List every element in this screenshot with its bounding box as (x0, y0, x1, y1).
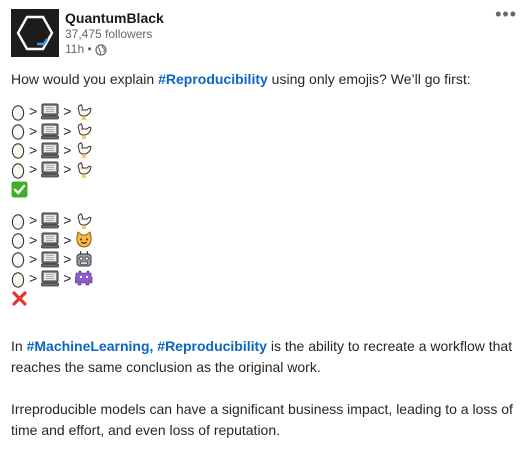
follower-count: 37,475 followers (65, 27, 153, 41)
computer-icon (41, 251, 60, 268)
alien-monster-icon (75, 270, 93, 288)
hashtag-machinelearning[interactable]: #MachineLearning (27, 338, 150, 354)
egg-icon (11, 250, 25, 269)
globe-icon (95, 43, 107, 56)
greater-than-sign: > (63, 270, 72, 287)
greater-than-sign: > (63, 122, 72, 139)
emoji-row: > > (11, 269, 521, 288)
post-body: How would you explain #Reproducibility u… (11, 69, 521, 441)
paragraph-impact: Irreproducible models can have a signifi… (11, 400, 513, 438)
intro-line: How would you explain #Reproducibility u… (11, 71, 471, 87)
greater-than-sign: > (63, 212, 72, 229)
emoji-row: > > (11, 141, 521, 160)
avatar[interactable] (11, 9, 59, 57)
cross-mark-icon (11, 290, 28, 307)
greater-than-sign: > (29, 231, 38, 248)
greater-than-sign: > (63, 103, 72, 120)
egg-icon (11, 212, 25, 230)
robot-face-icon (75, 250, 93, 268)
linkedin-post: QuantumBlack 37,475 followers 11h • ••• … (0, 0, 529, 454)
greater-than-sign: > (29, 270, 38, 287)
greater-than-sign: > (29, 250, 38, 267)
post-time: 11h • (65, 42, 92, 56)
chicken-icon (75, 122, 93, 140)
computer-icon (41, 123, 60, 140)
cat-face-icon (75, 231, 93, 249)
hashtag-reproducibility[interactable]: #Reproducibility (157, 338, 267, 354)
chicken-icon (75, 212, 93, 230)
hexagon-logo-icon (16, 15, 54, 51)
check-mark-icon (11, 181, 28, 198)
computer-icon (41, 142, 60, 159)
computer-icon (41, 212, 60, 229)
emoji-row: > > (11, 160, 521, 179)
chicken-icon (75, 141, 93, 159)
egg-icon (11, 270, 25, 288)
emoji-row: > > (11, 102, 521, 121)
more-options-icon[interactable]: ••• (495, 5, 517, 23)
chicken-icon (75, 103, 93, 121)
egg-icon (11, 122, 25, 140)
greater-than-sign: > (63, 141, 72, 158)
egg-icon (11, 141, 25, 160)
emoji-block-reproducible: > > > > > > > > (11, 102, 521, 199)
greater-than-sign: > (29, 141, 38, 158)
egg-icon (11, 161, 25, 179)
computer-icon (41, 270, 60, 287)
computer-icon (41, 232, 60, 249)
greater-than-sign: > (29, 161, 38, 178)
chicken-icon (75, 161, 93, 179)
emoji-row: > > (11, 121, 521, 140)
emoji-row: > > (11, 211, 521, 230)
emoji-row: > > (11, 230, 521, 249)
greater-than-sign: > (63, 161, 72, 178)
computer-icon (41, 103, 60, 120)
emoji-row: > > (11, 250, 521, 269)
greater-than-sign: > (29, 212, 38, 229)
egg-icon (11, 231, 25, 249)
greater-than-sign: > (63, 231, 72, 248)
computer-icon (41, 161, 60, 178)
paragraph-definition: In #MachineLearning, #Reproducibility is… (11, 337, 513, 375)
author-name[interactable]: QuantumBlack (65, 10, 164, 27)
greater-than-sign: > (29, 122, 38, 139)
emoji-block-irreproducible: > > > > > > > > (11, 211, 521, 308)
hashtag-reproducibility[interactable]: #Reproducibility (158, 71, 268, 87)
greater-than-sign: > (63, 250, 72, 267)
egg-icon (11, 103, 25, 121)
greater-than-sign: > (29, 103, 38, 120)
post-header: QuantumBlack 37,475 followers 11h • (11, 9, 164, 57)
